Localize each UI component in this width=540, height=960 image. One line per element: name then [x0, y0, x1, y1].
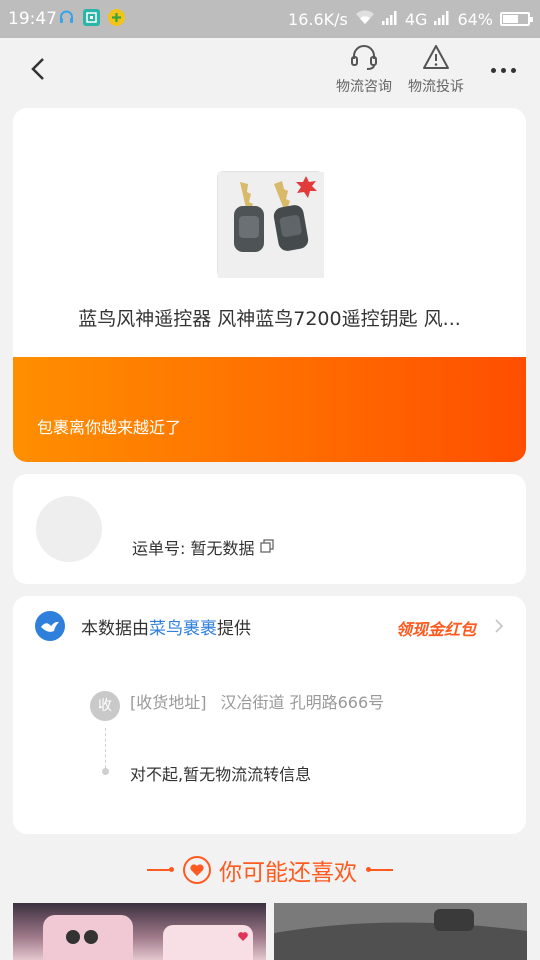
recommend-title: 你可能还喜欢 [219, 860, 357, 886]
waybill-card: 运单号: 暂无数据 [13, 474, 526, 584]
status-bar: 19:47 16.6K/s 4G 64% [0, 0, 540, 38]
package-card: 蓝鸟风神遥控器 风神蓝鸟7200遥控钥匙 风... 包裹离你越来越近了 [13, 108, 526, 462]
headset-notification-icon [58, 9, 75, 26]
tracking-card: 本数据由 菜鸟裹裹 提供 领现金红包 收 [收货地址] 汉冶街道 孔明路666号 … [13, 596, 526, 834]
product-title[interactable]: 蓝鸟风神遥控器 风神蓝鸟7200遥控钥匙 风... [13, 304, 526, 331]
address-value: 汉冶街道 孔明路666号 [220, 693, 385, 712]
delivery-status-banner: 包裹离你越来越近了 [13, 357, 526, 462]
delivery-address: [收货地址] 汉冶街道 孔明路666号 [130, 689, 384, 713]
data-provider-row[interactable]: 本数据由 菜鸟裹裹 提供 [35, 611, 251, 641]
delivery-status-text: 包裹离你越来越近了 [37, 418, 182, 437]
scan-notification-icon [83, 9, 100, 26]
timeline-dot [102, 768, 109, 775]
warning-icon [423, 45, 449, 69]
plus-notification-icon [108, 9, 125, 26]
complaint-label: 物流投诉 [408, 79, 464, 95]
logistics-complaint-button[interactable]: 物流投诉 [408, 42, 464, 96]
notification-icons [58, 9, 125, 26]
chevron-left-icon [31, 58, 44, 80]
battery-percent: 64% [457, 9, 493, 29]
address-label: [收货地址] [130, 693, 207, 712]
recommended-product-card[interactable] [274, 903, 527, 960]
back-button[interactable] [24, 54, 54, 84]
cainiao-logo-icon [35, 611, 65, 641]
recommend-divider-right [366, 867, 393, 872]
nav-bar: 物流咨询 物流投诉 [0, 38, 540, 104]
no-tracking-info: 对不起,暂无物流流转信息 [130, 765, 312, 784]
copy-icon[interactable] [260, 538, 275, 557]
more-dot-icon [500, 67, 506, 73]
network-speed: 16.6K/s [288, 9, 348, 29]
receive-badge: 收 [90, 691, 120, 721]
provider-prefix: 本数据由 [81, 618, 149, 639]
network-type: 4G [404, 9, 428, 29]
headset-icon [351, 45, 377, 70]
waybill-number: 运单号: 暂无数据 [132, 539, 255, 558]
battery-icon [500, 12, 533, 26]
recommend-divider-left [147, 867, 174, 872]
provider-suffix: 提供 [217, 618, 251, 639]
recommend-header: 你可能还喜欢 [0, 850, 540, 890]
wifi-icon [355, 9, 375, 29]
chevron-right-icon[interactable] [494, 618, 504, 638]
phone-case-image [43, 915, 253, 960]
more-menu-button[interactable] [488, 60, 518, 80]
more-dot-icon [490, 67, 496, 73]
waybill-row: 运单号: 暂无数据 [132, 535, 275, 559]
recommended-product-card[interactable] [13, 903, 266, 960]
more-dot-icon [510, 67, 516, 73]
signal-icon [381, 10, 398, 29]
car-part-image [274, 903, 527, 960]
status-right: 16.6K/s 4G 64% [288, 9, 533, 29]
courier-avatar [36, 496, 102, 562]
heart-icon [183, 856, 211, 884]
provider-name: 菜鸟裹裹 [149, 618, 217, 639]
consult-label: 物流咨询 [336, 79, 392, 95]
product-thumbnail[interactable] [217, 171, 324, 278]
signal-icon-2 [434, 10, 450, 29]
timeline-connector [105, 728, 106, 768]
cash-red-packet-promo[interactable]: 领现金红包 [396, 616, 476, 640]
status-time: 19:47 [8, 9, 57, 29]
logistics-consult-button[interactable]: 物流咨询 [336, 42, 392, 96]
car-key-image [218, 172, 324, 278]
